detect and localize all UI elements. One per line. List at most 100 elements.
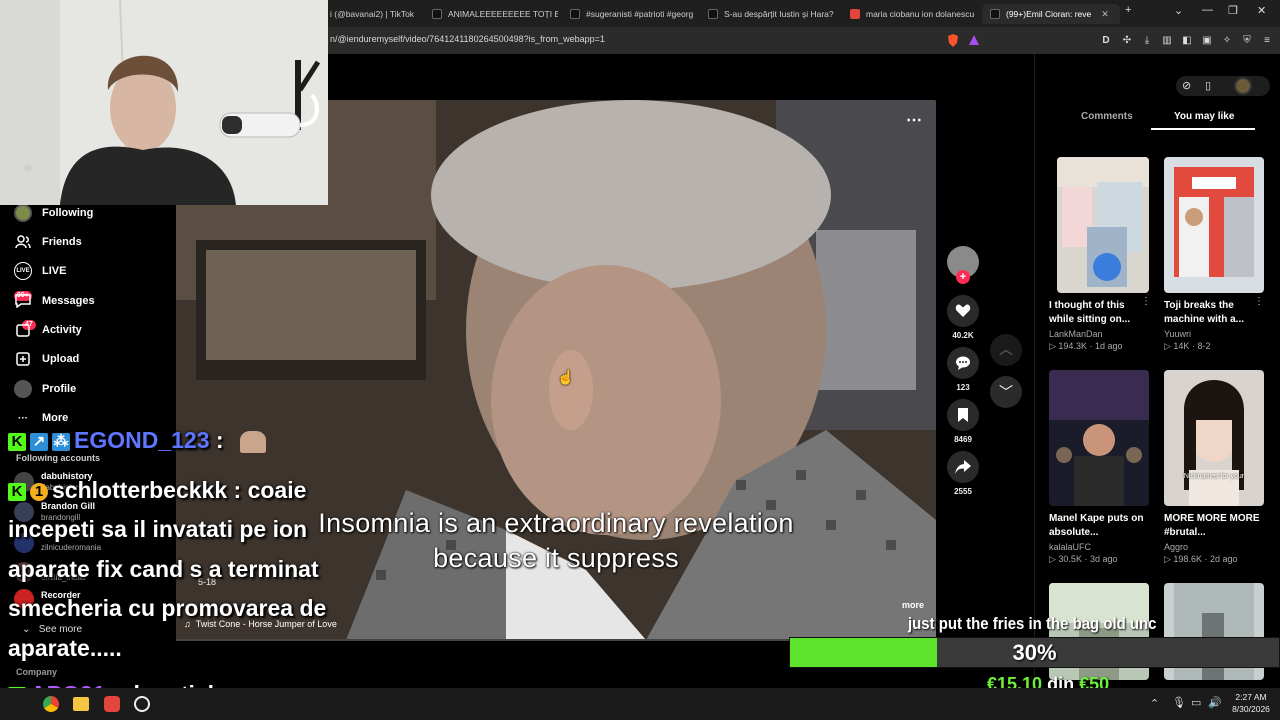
tab-title: ANIMALEEEEEEEEE TOȚI BĂR — [448, 9, 558, 19]
vpn-icon[interactable]: ⛨ — [1240, 33, 1254, 47]
tab-title: i (@bavanai2) | TikTok — [330, 9, 415, 19]
screen: i (@bavanai2) | TikTok ANIMALEEEEEEEEE T… — [0, 0, 1280, 720]
webcam-feed — [0, 0, 328, 205]
upload-icon — [14, 350, 32, 368]
sidebar-item-activity[interactable]: Activity — [14, 321, 82, 339]
card-views: 30.5K — [1058, 554, 1082, 564]
microphone-icon[interactable]: 🎙 — [1172, 696, 1186, 709]
file-explorer-icon[interactable] — [73, 697, 89, 711]
browser-tab[interactable]: S-au despărțit Iustin și Hara? — [700, 4, 840, 24]
clock-date: 8/30/2026 — [1232, 704, 1270, 714]
tray-chevron-up-icon[interactable]: ⌃ — [1150, 697, 1159, 710]
live-icon: LIVE — [14, 262, 32, 280]
tab-title: S-au despărțit Iustin și Hara? — [724, 9, 834, 19]
chat-separator: : — [209, 427, 230, 453]
card-title: Manel Kape puts on absolute... — [1049, 513, 1144, 538]
menu-icon[interactable]: ≡ — [1260, 33, 1274, 47]
extensions-puzzle-icon[interactable]: ✣ — [1120, 33, 1134, 47]
bookmarks-icon[interactable]: ▥ — [1160, 33, 1174, 47]
previous-video-button[interactable]: ︿ — [990, 334, 1022, 366]
wallet-icon[interactable]: ▣ — [1200, 33, 1214, 47]
obs-app-icon[interactable] — [134, 696, 150, 712]
tiktok-favicon-icon — [708, 9, 718, 19]
download-icon[interactable]: ⤓ — [1140, 33, 1154, 47]
leo-ai-icon[interactable]: ✧ — [1220, 33, 1234, 47]
minimize-icon[interactable]: — — [1202, 4, 1213, 16]
sidebar-item-following[interactable]: Following — [14, 204, 93, 222]
card-menu-icon[interactable]: ⋮ — [1141, 296, 1151, 307]
device-icon[interactable]: ▯ — [1205, 79, 1211, 92]
account-handle: zilnicuderomania — [41, 543, 102, 552]
share-count: 2555 — [954, 487, 972, 496]
volume-icon[interactable]: 🔊 — [1208, 696, 1222, 709]
card-menu-icon[interactable]: ⋮ — [1254, 296, 1264, 307]
brave-favicon-icon — [850, 9, 860, 19]
clock-time: 2:27 AM — [1235, 692, 1267, 702]
chrome-app-icon[interactable] — [43, 696, 59, 712]
recommended-video-card[interactable]: Manel Kape puts on absolute... kalalaUFC… — [1049, 370, 1149, 565]
browser-tab[interactable]: #sugeranisti #patrioti #georg — [562, 4, 696, 24]
brave-app-icon[interactable] — [104, 696, 120, 712]
video-thumbnail — [1164, 157, 1264, 293]
more-link[interactable]: more — [902, 600, 924, 610]
video-thumbnail — [1049, 370, 1149, 506]
sidebar-item-profile[interactable]: Profile — [14, 380, 76, 398]
hand-cursor-icon: ☝ — [557, 369, 575, 385]
sidebar-toggle-icon[interactable]: ◧ — [1180, 33, 1194, 47]
user-avatar[interactable] — [1234, 77, 1252, 95]
new-tab-button[interactable]: + — [1125, 4, 1131, 16]
browser-tab[interactable]: i (@bavanai2) | TikTok — [322, 4, 420, 24]
follow-plus-icon[interactable]: + — [956, 270, 970, 284]
first-badge-icon: 1 — [30, 482, 48, 501]
donation-goal-bar: 30% — [789, 637, 1280, 668]
sidebar-item-friends[interactable]: Friends — [14, 233, 82, 251]
brave-rewards-icon[interactable] — [967, 33, 981, 47]
profile-icon — [14, 380, 32, 398]
browser-tab[interactable]: maria ciobanu ion dolanescu — [842, 4, 976, 24]
extension-d-icon[interactable]: D — [1099, 33, 1113, 47]
recommended-video-card[interactable]: Nicknames for your MORE MORE MORE #bruta… — [1164, 370, 1264, 565]
sidebar-item-messages[interactable]: Messages — [14, 292, 95, 310]
next-video-button[interactable]: ﹀ — [990, 376, 1022, 408]
tab-you-may-like[interactable]: You may like — [1174, 111, 1234, 122]
close-tab-icon[interactable]: ✕ — [1101, 9, 1109, 20]
sidebar-item-more[interactable]: ··· More — [14, 409, 68, 427]
like-button[interactable]: 40.2K — [947, 295, 979, 340]
browser-tab-active[interactable]: (99+)Emil Cioran: reve ✕ — [982, 4, 1120, 24]
network-icon[interactable]: ▭ — [1191, 696, 1201, 709]
chat-text: coaie — [247, 477, 307, 503]
browser-tab[interactable]: ANIMALEEEEEEEEE TOȚI BĂR — [424, 4, 558, 24]
share-icon — [947, 451, 979, 483]
card-title: Toji breaks the machine with a... — [1164, 300, 1245, 325]
more-icon: ··· — [18, 412, 28, 424]
recommended-video-card[interactable]: I thought of this while sitting on... La… — [1049, 157, 1149, 352]
clock[interactable]: 2:27 AM 8/30/2026 — [1228, 691, 1274, 715]
close-window-icon[interactable]: ✕ — [1257, 4, 1266, 17]
tab-search-icon[interactable]: ⌄ — [1174, 4, 1183, 17]
card-views: 194.3K — [1058, 341, 1087, 351]
recommended-video-card[interactable]: Toji breaks the machine with a... Yuuwri… — [1164, 157, 1264, 352]
webcam-overlay — [0, 0, 328, 205]
share-button[interactable]: 2555 — [947, 451, 979, 496]
card-author: LankManDan — [1049, 329, 1103, 339]
sidebar-item-live[interactable]: LIVE LIVE — [14, 262, 66, 280]
comment-button[interactable]: 123 — [947, 347, 979, 392]
creator-avatar[interactable]: + — [947, 246, 979, 284]
ellipsis-icon[interactable]: ⋯ — [906, 110, 922, 130]
company-link[interactable]: Company — [16, 667, 57, 677]
tab-title: #sugeranisti #patrioti #georg — [586, 9, 694, 19]
chat-message: incepeti sa il invatati pe ion — [8, 516, 308, 542]
maximize-icon[interactable]: ❐ — [1228, 4, 1238, 17]
brave-shield-icon[interactable] — [946, 33, 960, 47]
views-icon: ▷ — [1049, 341, 1059, 351]
views-icon: ▷ — [1049, 554, 1059, 564]
chat-message: K ↗ ⁂ EGOND_123 : — [8, 427, 266, 454]
url-field[interactable]: n/@ienduremyself/video/76412411802645004… — [330, 34, 605, 44]
tab-comments[interactable]: Comments — [1081, 111, 1133, 122]
see-more-link[interactable]: ⌄ See more — [22, 624, 82, 635]
compass-icon[interactable]: ⊘ — [1182, 79, 1191, 92]
bookmark-button[interactable]: 8469 — [947, 399, 979, 444]
views-icon: ▷ — [1164, 341, 1174, 351]
sidebar-item-label: More — [42, 412, 69, 424]
sidebar-item-upload[interactable]: Upload — [14, 350, 79, 368]
